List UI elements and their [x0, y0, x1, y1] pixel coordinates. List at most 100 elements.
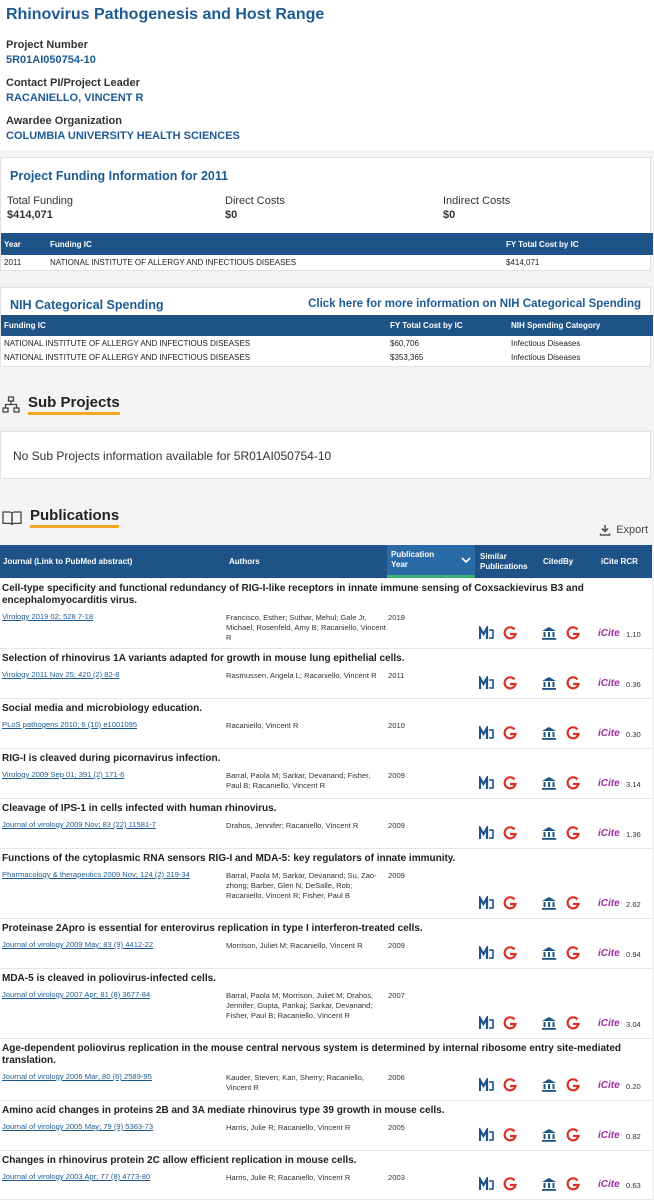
- pubmed-similar-icon[interactable]: [479, 676, 495, 690]
- pubmed-similar-icon[interactable]: [479, 1016, 495, 1030]
- journal-link[interactable]: Journal of virology 2003 Apr; 77 (8) 477…: [2, 1172, 224, 1182]
- google-scholar-citedby-icon[interactable]: [565, 1016, 581, 1030]
- funding-header-cost[interactable]: FY Total Cost by IC: [503, 233, 653, 255]
- google-scholar-similar-icon[interactable]: [502, 826, 518, 840]
- google-scholar-citedby-icon[interactable]: [565, 896, 581, 910]
- google-scholar-similar-icon[interactable]: [502, 1177, 518, 1191]
- journal-link[interactable]: PLoS pathogens 2010; 6 (10) e1001095: [2, 720, 224, 730]
- header-authors[interactable]: Authors: [229, 545, 260, 578]
- icite-rcr-value: 0.36: [626, 680, 641, 689]
- header-similar[interactable]: Similar Publications: [480, 545, 538, 578]
- icite-logo[interactable]: iCite: [598, 1130, 620, 1141]
- funding-title: Project Funding Information for 2011: [10, 169, 229, 183]
- icite-logo[interactable]: iCite: [598, 778, 620, 789]
- pi-name[interactable]: RACANIELLO, VINCENT R: [6, 92, 648, 104]
- journal-link[interactable]: Pharmacology & therapeutics 2009 Nov; 12…: [2, 870, 224, 880]
- icite-logo[interactable]: iCite: [598, 728, 620, 739]
- google-scholar-similar-icon[interactable]: [502, 1078, 518, 1092]
- publication-authors: Morrison, Juliet M; Racaniello, Vincent …: [226, 941, 363, 950]
- icite-logo[interactable]: iCite: [598, 828, 620, 839]
- google-scholar-citedby-icon[interactable]: [565, 776, 581, 790]
- icite-logo[interactable]: iCite: [598, 1018, 620, 1029]
- export-button[interactable]: Export: [599, 524, 648, 536]
- google-scholar-similar-icon[interactable]: [502, 1128, 518, 1142]
- icite-rcr-value: 2.62: [626, 900, 641, 909]
- icite-logo[interactable]: iCite: [598, 948, 620, 959]
- table-row: NATIONAL INSTITUTE OF ALLERGY AND INFECT…: [4, 338, 581, 348]
- google-scholar-similar-icon[interactable]: [502, 626, 518, 640]
- google-scholar-citedby-icon[interactable]: [565, 1128, 581, 1142]
- publication-authors: Drahos, Jennifer; Racaniello, Vincent R: [226, 821, 359, 830]
- pubmed-similar-icon[interactable]: [479, 946, 495, 960]
- categorical-header-cost[interactable]: FY Total Cost by IC: [387, 315, 508, 336]
- google-scholar-citedby-icon[interactable]: [565, 726, 581, 740]
- pubmed-citedby-icon[interactable]: [541, 676, 557, 690]
- pubmed-citedby-icon[interactable]: [541, 726, 557, 740]
- journal-link[interactable]: Journal of virology 2009 Nov; 83 (22) 11…: [2, 820, 224, 830]
- icite-logo[interactable]: iCite: [598, 898, 620, 909]
- pubmed-similar-icon[interactable]: [479, 896, 495, 910]
- icite-logo[interactable]: iCite: [598, 1179, 620, 1190]
- pubmed-similar-icon[interactable]: [479, 1128, 495, 1142]
- sitemap-icon: [2, 395, 20, 413]
- total-funding-value: $414,071: [7, 209, 53, 221]
- header-year-sorted[interactable]: Publication Year: [387, 545, 475, 578]
- pubmed-citedby-icon[interactable]: [541, 1078, 557, 1092]
- google-scholar-citedby-icon[interactable]: [565, 1078, 581, 1092]
- journal-link[interactable]: Virology 2009 Sep 01; 391 (2) 171-6: [2, 770, 224, 780]
- pubmed-similar-icon[interactable]: [479, 1078, 495, 1092]
- google-scholar-citedby-icon[interactable]: [565, 676, 581, 690]
- icite-rcr-value: 1.36: [626, 830, 641, 839]
- journal-link[interactable]: Journal of virology 2007 Apr; 81 (8) 367…: [2, 990, 224, 1000]
- pubmed-citedby-icon[interactable]: [541, 1128, 557, 1142]
- google-scholar-similar-icon[interactable]: [502, 896, 518, 910]
- pubmed-citedby-icon[interactable]: [541, 776, 557, 790]
- pubmed-citedby-icon[interactable]: [541, 1177, 557, 1191]
- pubmed-similar-icon[interactable]: [479, 776, 495, 790]
- pubmed-citedby-icon[interactable]: [541, 1016, 557, 1030]
- icite-logo[interactable]: iCite: [598, 628, 620, 639]
- pubmed-citedby-icon[interactable]: [541, 946, 557, 960]
- org-name[interactable]: COLUMBIA UNIVERSITY HEALTH SCIENCES: [6, 130, 648, 142]
- funding-header-year[interactable]: Year: [1, 233, 47, 255]
- header-journal[interactable]: Journal (Link to PubMed abstract): [3, 545, 132, 578]
- funding-header-ic[interactable]: Funding IC: [47, 233, 503, 255]
- pubmed-citedby-icon[interactable]: [541, 626, 557, 640]
- publication-authors: Barral, Paola M; Sarkar, Devanand; Fishe…: [226, 771, 371, 790]
- pubmed-citedby-icon[interactable]: [541, 826, 557, 840]
- publication-year: 2003: [388, 1173, 405, 1182]
- google-scholar-citedby-icon[interactable]: [565, 626, 581, 640]
- google-scholar-similar-icon[interactable]: [502, 946, 518, 960]
- icite-logo[interactable]: iCite: [598, 1080, 620, 1091]
- google-scholar-citedby-icon[interactable]: [565, 1177, 581, 1191]
- publication-title: Proteinase 2Apro is essential for entero…: [2, 923, 423, 934]
- google-scholar-similar-icon[interactable]: [502, 676, 518, 690]
- google-scholar-similar-icon[interactable]: [502, 726, 518, 740]
- categorical-header-category[interactable]: NIH Spending Category: [508, 315, 653, 336]
- journal-link[interactable]: Journal of virology 2006 Mar; 80 (6) 258…: [2, 1072, 224, 1082]
- google-scholar-similar-icon[interactable]: [502, 1016, 518, 1030]
- journal-link[interactable]: Journal of virology 2009 May; 83 (9) 441…: [2, 940, 224, 950]
- icite-logo[interactable]: iCite: [598, 678, 620, 689]
- google-scholar-citedby-icon[interactable]: [565, 826, 581, 840]
- publication-title: Social media and microbiology education.: [2, 703, 203, 714]
- categorical-header-ic[interactable]: Funding IC: [1, 315, 387, 336]
- categorical-info-link[interactable]: Click here for more information on NIH C…: [308, 298, 641, 310]
- journal-link[interactable]: Virology 2011 Nov 25; 420 (2) 82-8: [2, 670, 224, 680]
- publication-row: RIG-I is cleaved during picornavirus inf…: [0, 749, 652, 799]
- publication-authors: Harris, Julie R; Racaniello, Vincent R: [226, 1123, 351, 1132]
- google-scholar-similar-icon[interactable]: [502, 776, 518, 790]
- pubmed-similar-icon[interactable]: [479, 826, 495, 840]
- header-icite[interactable]: iCite RCR: [601, 545, 638, 578]
- pubmed-similar-icon[interactable]: [479, 1177, 495, 1191]
- header-citedby[interactable]: CitedBy: [543, 545, 573, 578]
- journal-link[interactable]: Virology 2019 02; 528 7-18: [2, 612, 224, 622]
- journal-link[interactable]: Journal of virology 2005 May; 79 (9) 536…: [2, 1122, 224, 1132]
- table-row: NATIONAL INSTITUTE OF ALLERGY AND INFECT…: [4, 352, 581, 362]
- pubmed-similar-icon[interactable]: [479, 726, 495, 740]
- pubmed-citedby-icon[interactable]: [541, 896, 557, 910]
- org-label: Awardee Organization: [6, 115, 122, 127]
- pubmed-similar-icon[interactable]: [479, 626, 495, 640]
- categorical-table: Funding IC FY Total Cost by IC NIH Spend…: [1, 315, 653, 364]
- google-scholar-citedby-icon[interactable]: [565, 946, 581, 960]
